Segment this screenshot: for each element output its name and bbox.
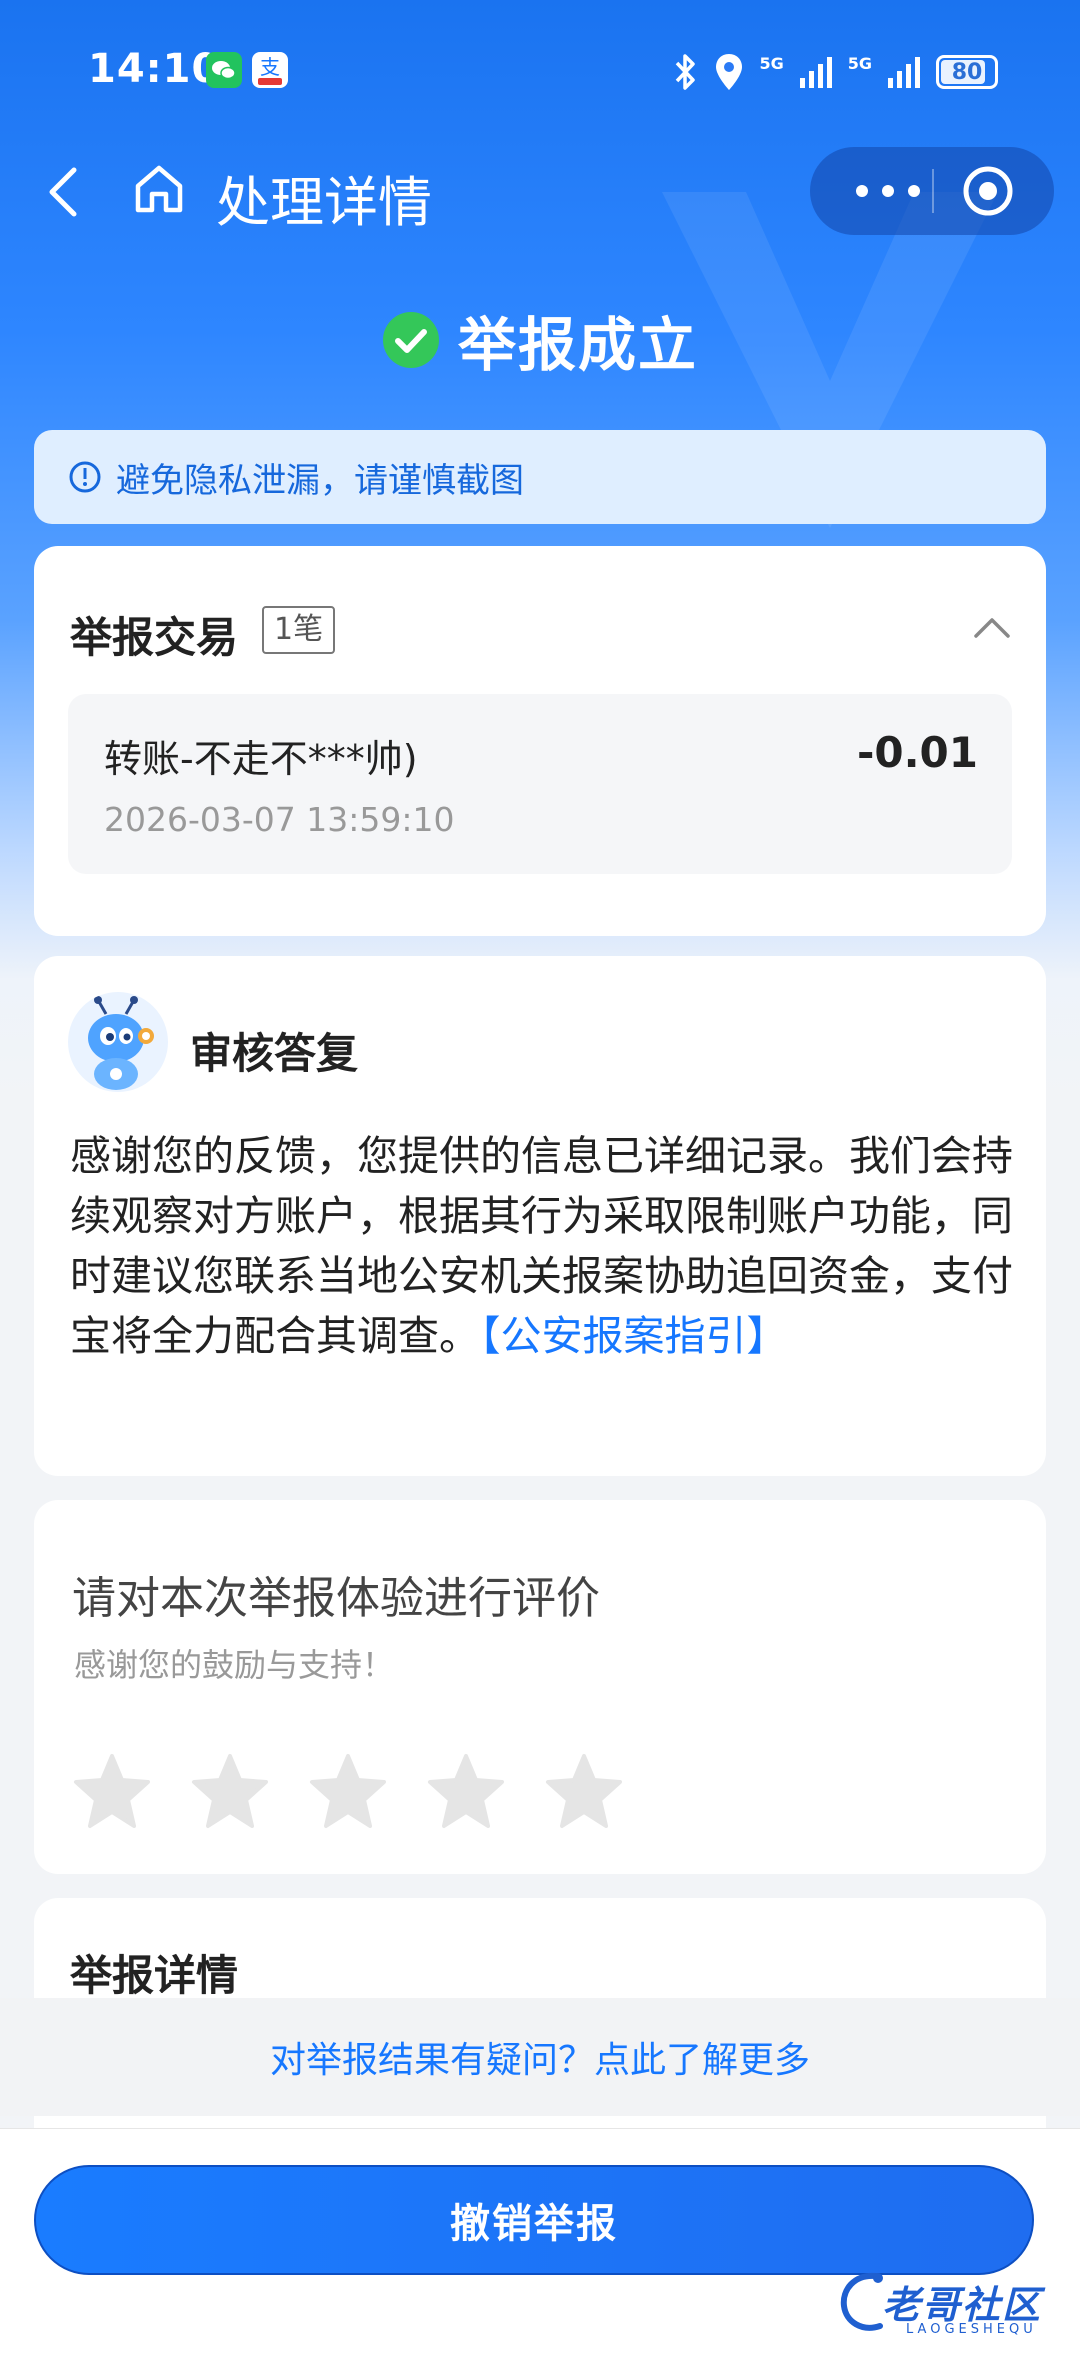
transaction-item[interactable]: 转账-不走不***帅) 2026-03-07 13:59:10 -0.01: [68, 694, 1012, 874]
revoke-report-button[interactable]: 撤销举报: [34, 2165, 1034, 2275]
star-icon-1[interactable]: [70, 1750, 154, 1834]
back-arrow-icon[interactable]: [36, 162, 96, 222]
rating-card: 请对本次举报体验进行评价 感谢您的鼓励与支持！: [34, 1500, 1046, 1874]
notice-text: 避免隐私泄漏，请谨慎截图: [116, 460, 524, 501]
star-icon-2[interactable]: [188, 1750, 272, 1834]
robot-ant-icon: [88, 996, 154, 1090]
result-title: 举报成立: [457, 311, 698, 379]
faq-link[interactable]: 对举报结果有疑问？点此了解更多: [270, 2031, 810, 2083]
transaction-count-badge: 1笔: [262, 606, 336, 654]
signal-5g-label-1: 5G: [759, 53, 784, 73]
alipay-notification-icon: 支: [252, 52, 288, 88]
police-report-guide-link[interactable]: 【公安报案指引】: [480, 1312, 788, 1360]
more-options-icon[interactable]: [842, 171, 938, 211]
privacy-notice: 避免隐私泄漏，请谨慎截图: [34, 430, 1046, 524]
home-icon[interactable]: [130, 160, 188, 218]
watermark-subtext: LAOGESHEQU: [906, 2322, 1037, 2337]
signal-5g-label-2: 5G: [847, 53, 872, 73]
nav-bar: 处理详情: [0, 140, 1080, 250]
robot-avatar: [68, 992, 168, 1092]
status-time: 14:10: [88, 46, 221, 92]
status-icons: 5G 5G 80: [673, 50, 998, 94]
faq-banner: 对举报结果有疑问？点此了解更多: [0, 1998, 1080, 2116]
reply-text-block: 感谢您的反馈，您提供的信息已详细记录。我们会持续观察对方账户，根据其行为采取限制…: [70, 1126, 1014, 1366]
transaction-time: 2026-03-07 13:59:10: [104, 800, 455, 839]
info-icon: [69, 461, 101, 493]
rating-title: 请对本次举报体验进行评价: [72, 1573, 600, 1624]
location-icon: [716, 54, 743, 90]
mini-program-capsule: [810, 147, 1054, 235]
battery-icon: 80: [936, 55, 998, 89]
rating-subtitle: 感谢您的鼓励与支持！: [74, 1646, 395, 1684]
star-icon-5[interactable]: [542, 1750, 626, 1834]
review-reply-card: 审核答复 感谢您的反馈，您提供的信息已详细记录。我们会持续观察对方账户，根据其行…: [34, 956, 1046, 1476]
bluetooth-icon: [676, 54, 696, 90]
signal-bars-icon-1: [799, 57, 832, 88]
close-mini-program-icon[interactable]: [960, 163, 1016, 219]
reported-transaction-card: 举报交易 1笔 转账-不走不***帅) 2026-03-07 13:59:10 …: [34, 546, 1046, 936]
page-title: 处理详情: [216, 171, 432, 234]
transaction-card-title: 举报交易: [70, 613, 239, 662]
wechat-notification-icon: [206, 52, 242, 88]
signal-bars-icon-2: [888, 57, 920, 88]
star-icon-3[interactable]: [306, 1750, 390, 1834]
svg-text:支: 支: [260, 55, 280, 79]
details-card-title: 举报详情: [70, 1951, 239, 2000]
capsule-divider: [932, 169, 934, 213]
result-header: 举报成立: [0, 300, 1080, 380]
success-check-icon: [382, 312, 439, 368]
transaction-amount: -0.01: [856, 728, 978, 777]
star-icon-4[interactable]: [424, 1750, 508, 1834]
chevron-up-icon[interactable]: [972, 612, 1012, 642]
site-watermark: 老哥社区 LAOGESHEQU: [836, 2266, 1066, 2346]
reply-title: 审核答复: [190, 1029, 359, 1078]
watermark-text: 老哥社区: [882, 2283, 1043, 2327]
status-bar: 14:10 支 5G 5G 80: [0, 0, 1080, 140]
star-rating: [70, 1750, 626, 1834]
transaction-name: 转账-不走不***帅): [104, 737, 418, 781]
battery-level: 80: [951, 59, 983, 85]
